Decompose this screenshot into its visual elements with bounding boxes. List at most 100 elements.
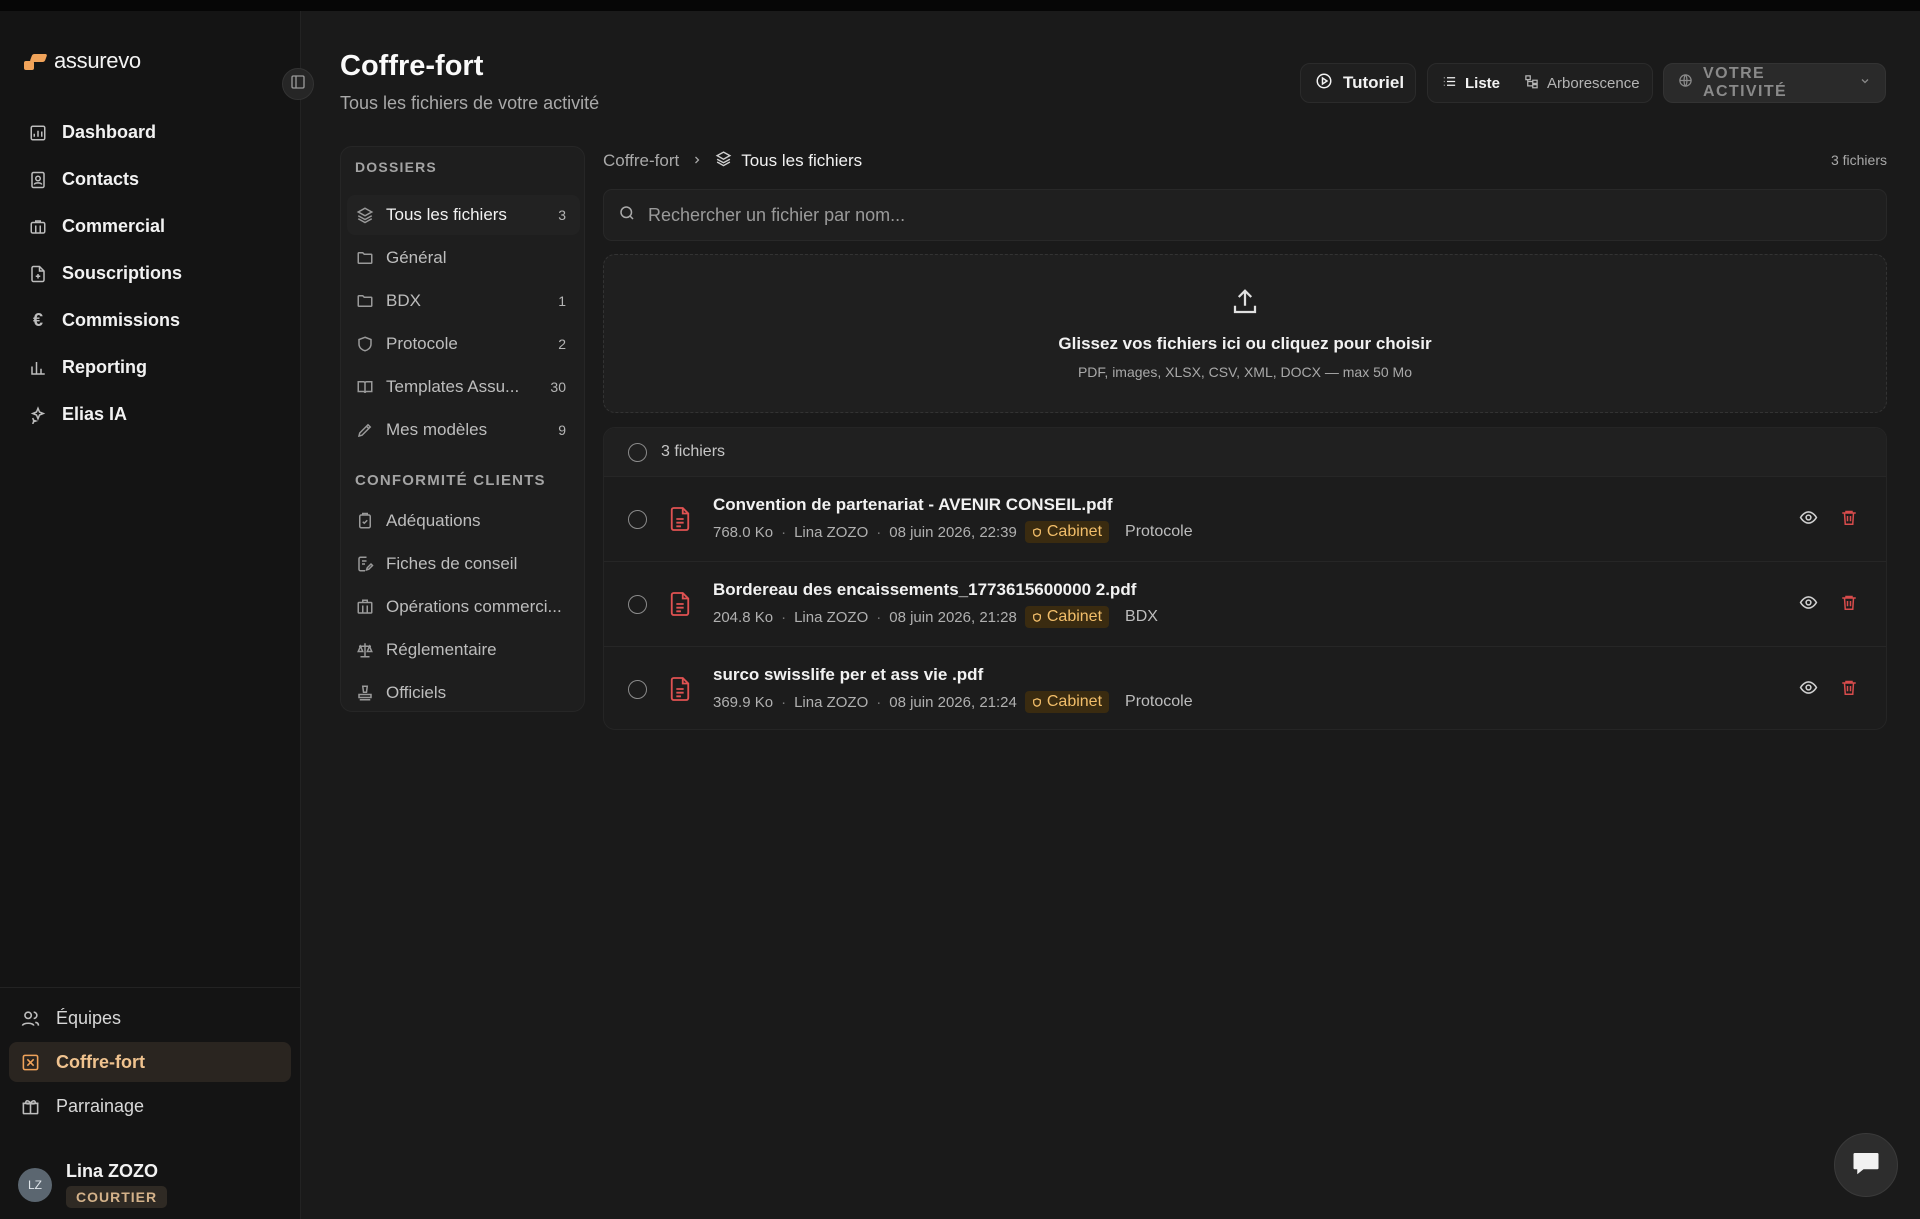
sidebar-item-commissions[interactable]: € Commissions	[16, 297, 286, 344]
folder-label: Fiches de conseil	[386, 554, 518, 573]
sidebar-item-equipes[interactable]: Équipes	[9, 998, 291, 1038]
sidebar-item-label: Équipes	[56, 1007, 122, 1028]
layers-icon	[715, 150, 732, 172]
file-row[interactable]: surco swisslife per et ass vie .pdf 369.…	[604, 646, 1886, 729]
dropzone-title: Glissez vos fichiers ici ou cliquez pour…	[1058, 334, 1432, 353]
file-list: 3 fichiers Convention de partenariat - A…	[603, 427, 1887, 730]
folder-item-bdx[interactable]: BDX 1	[347, 281, 580, 321]
pen-icon	[355, 420, 375, 440]
sidebar-item-elias-ia[interactable]: Elias IA	[16, 391, 286, 438]
select-all-checkbox[interactable]	[628, 442, 647, 462]
euro-icon: €	[32, 310, 43, 330]
file-name[interactable]: surco swisslife per et ass vie .pdf	[713, 665, 1193, 685]
page-subtitle: Tous les fichiers de votre activité	[340, 93, 600, 113]
sidebar-toggle-icon	[290, 74, 306, 95]
trash-icon[interactable]	[1840, 508, 1858, 532]
list-icon	[1442, 74, 1457, 93]
folder-label: Officiels	[386, 683, 447, 702]
trash-icon[interactable]	[1840, 678, 1858, 702]
briefcase-icon	[28, 217, 48, 237]
dropzone-subtitle: PDF, images, XLSX, CSV, XML, DOCX — max …	[1077, 364, 1413, 380]
eye-icon[interactable]	[1799, 593, 1818, 617]
folder-item-operations[interactable]: Opérations commerci...	[347, 587, 580, 627]
app-logo[interactable]: assurevo	[22, 47, 141, 75]
sidebar-item-commercial[interactable]: Commercial	[16, 203, 286, 250]
breadcrumb-current: Tous les fichiers	[715, 150, 862, 172]
folder-item-reglementaire[interactable]: Réglementaire	[347, 630, 580, 670]
shield-icon	[1032, 612, 1041, 622]
file-date: 08 juin 2026, 22:39	[889, 523, 1017, 541]
file-name[interactable]: Bordereau des encaissements_177361560000…	[713, 580, 1158, 600]
search-bar	[603, 189, 1887, 241]
file-row[interactable]: Convention de partenariat - AVENIR CONSE…	[604, 476, 1886, 561]
sidebar-item-label: Commissions	[62, 310, 181, 330]
sidebar-item-label: Contacts	[62, 169, 140, 189]
chat-icon	[1851, 1149, 1881, 1182]
folder-count: 3	[558, 207, 566, 223]
file-select-checkbox[interactable]	[628, 679, 647, 699]
folder-item-general[interactable]: Général	[347, 238, 580, 278]
sparkles-icon	[28, 405, 48, 425]
sidebar-item-parrainage[interactable]: Parrainage	[9, 1086, 291, 1126]
folder-item-adequations[interactable]: Adéquations	[347, 501, 580, 541]
file-folder: Protocole	[1125, 693, 1193, 710]
view-tree-button[interactable]: Arborescence	[1514, 67, 1650, 99]
cabinet-tag: Cabinet	[1024, 606, 1110, 628]
pdf-file-icon	[667, 675, 693, 703]
folder-label: BDX	[386, 291, 421, 310]
sidebar-item-coffre-fort[interactable]: Coffre-fort	[9, 1042, 291, 1082]
folder-icon	[355, 291, 375, 311]
sidebar-item-contacts[interactable]: Contacts	[16, 156, 286, 203]
avatar: LZ	[18, 1167, 52, 1202]
chat-button[interactable]	[1834, 1133, 1898, 1197]
folder-label: Opérations commerci...	[386, 597, 562, 616]
file-list-header: 3 fichiers	[604, 428, 1886, 476]
upload-dropzone[interactable]: Glissez vos fichiers ici ou cliquez pour…	[603, 254, 1887, 413]
layers-icon	[355, 205, 375, 225]
sidebar-item-label: Commercial	[62, 216, 166, 236]
breadcrumb-root[interactable]: Coffre-fort	[603, 151, 679, 171]
contacts-icon	[28, 170, 48, 190]
sidebar-item-label: Dashboard	[62, 122, 157, 142]
file-row[interactable]: Bordereau des encaissements_177361560000…	[604, 561, 1886, 646]
logo-mark-icon	[22, 51, 48, 71]
view-tree-label: Arborescence	[1547, 74, 1640, 92]
sidebar-item-label: Coffre-fort	[56, 1051, 145, 1072]
trash-icon[interactable]	[1840, 593, 1858, 617]
user-profile[interactable]: LZ Lina ZOZO COURTIER	[18, 1161, 168, 1208]
folder-label: Tous les fichiers	[386, 205, 507, 224]
folder-item-protocole[interactable]: Protocole 2	[347, 324, 580, 364]
sidebar-item-dashboard[interactable]: Dashboard	[16, 109, 286, 156]
compliance-section-title: CONFORMITÉ CLIENTS	[355, 472, 546, 489]
folder-item-fiches-conseil[interactable]: Fiches de conseil	[347, 544, 580, 584]
building-icon	[355, 597, 375, 617]
sidebar-toggle-button[interactable]	[282, 68, 314, 100]
tutorial-button[interactable]: Tutoriel	[1300, 63, 1416, 103]
file-name[interactable]: Convention de partenariat - AVENIR CONSE…	[713, 495, 1193, 515]
folders-panel: DOSSIERS Tous les fichiers 3 Général BDX…	[340, 146, 585, 712]
view-list-button[interactable]: Liste	[1432, 67, 1510, 99]
users-icon	[20, 1008, 40, 1028]
cabinet-tag-label: Cabinet	[1046, 608, 1103, 625]
view-list-label: Liste	[1465, 74, 1501, 92]
folder-item-officiels[interactable]: Officiels	[347, 673, 580, 713]
file-select-checkbox[interactable]	[628, 594, 647, 614]
search-icon	[618, 204, 636, 227]
file-date: 08 juin 2026, 21:24	[889, 693, 1017, 711]
clipboard-check-icon	[355, 511, 375, 531]
eye-icon[interactable]	[1799, 508, 1818, 532]
folder-label: Adéquations	[386, 511, 481, 530]
file-size: 204.8 Ko	[713, 608, 774, 626]
folder-item-templates[interactable]: Templates Assu... 30	[347, 367, 580, 407]
sidebar-item-reporting[interactable]: Reporting	[16, 344, 286, 391]
sidebar-item-souscriptions[interactable]: Souscriptions	[16, 250, 286, 297]
activity-select[interactable]: VOTRE ACTIVITÉ	[1663, 63, 1886, 103]
eye-icon[interactable]	[1799, 678, 1818, 702]
file-list-count: 3 fichiers	[661, 443, 726, 460]
book-icon	[355, 377, 375, 397]
folder-item-mes-modeles[interactable]: Mes modèles 9	[347, 410, 580, 450]
folder-item-all-files[interactable]: Tous les fichiers 3	[347, 195, 580, 235]
search-input[interactable]	[648, 204, 1848, 226]
file-date: 08 juin 2026, 21:28	[889, 608, 1017, 626]
file-select-checkbox[interactable]	[628, 509, 647, 529]
